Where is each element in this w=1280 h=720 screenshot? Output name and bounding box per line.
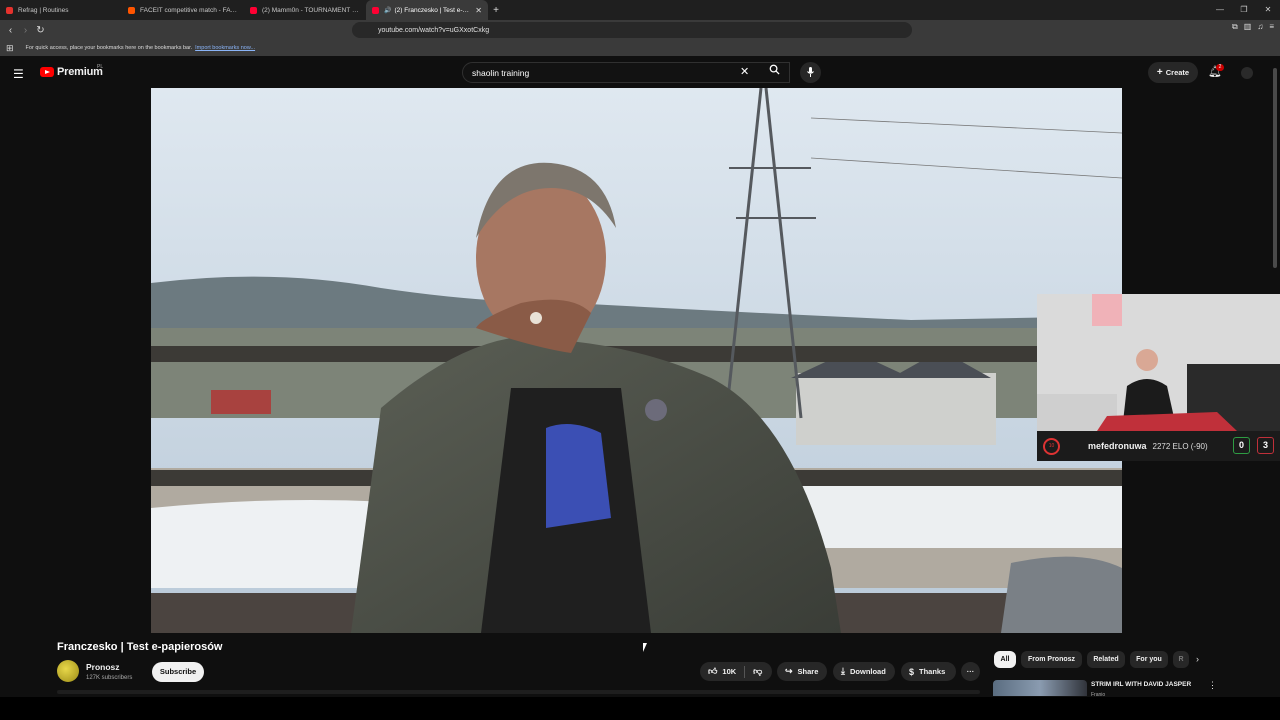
download-icon: ⤓ [841,666,845,676]
chip-for-you[interactable]: For you [1130,651,1168,668]
browser-tab[interactable]: FACEIT competitive match - FACEIT.com [122,0,244,20]
plus-icon[interactable]: + [488,5,504,16]
window-controls: — ❐ ✕ [1208,0,1280,20]
elo-value: 2272 ELO (-90) [1152,441,1208,451]
address-bar[interactable]: youtube.com/watch?v=uGXxotCxkg [352,22,912,38]
plus-icon: + [1156,67,1163,78]
notification-count-badge: 2 [1216,64,1224,71]
bottom-strip [0,697,1280,720]
create-button[interactable]: + Create [1148,62,1198,83]
browser-tab-strip: Refrag | Routines FACEIT competitive mat… [0,0,1280,20]
thanks-button[interactable]: $ Thanks [901,662,956,681]
youtube-play-icon [40,67,54,77]
maximize-icon[interactable]: ❐ [1232,0,1256,20]
extension-icons: ⧉ ▥ ♫ ≡ [1232,22,1274,32]
subscriber-count: 127K subscribers [86,675,133,681]
menu-icon[interactable]: ≡ [1269,22,1274,32]
video-title: Franczesko | Test e-papierosów [57,641,223,653]
share-label: Share [797,667,819,676]
channel-avatar[interactable] [57,660,79,682]
player-name: mefedronuwa [1088,441,1147,451]
microphone-icon[interactable] [800,62,821,83]
recommendation-thumbnail[interactable] [993,680,1087,696]
scrollbar-thumb[interactable] [1273,68,1277,268]
tab-title: (2) Mamm0n - TOURNAMENT CD | E... [262,6,360,14]
thanks-label: Thanks [919,667,946,676]
audio-playing-icon[interactable]: 🔊 [384,7,391,14]
refrag-favicon-icon [6,6,13,14]
like-count[interactable]: 10K [722,667,736,676]
download-label: Download [849,667,886,676]
apps-grid-icon[interactable]: ⊞ [6,43,14,54]
faceit-favicon-icon [128,6,135,14]
tab-title: (2) Franczesko | Test e-papier [394,6,471,14]
screen: Refrag | Routines FACEIT competitive mat… [0,0,1280,720]
description-box-edge [57,690,980,694]
thumbs-up-icon[interactable]: 👍︎ [708,666,717,677]
faceit-level-icon: 10 [1043,437,1060,455]
super-thanks-icon: $ [909,666,915,677]
minimize-icon[interactable]: — [1208,0,1232,20]
music-icon[interactable]: ♫ [1257,22,1263,32]
chip-from-pronosz[interactable]: From Pronosz [1021,651,1082,668]
streamer-webcam-overlay [1037,294,1280,431]
close-tab-icon[interactable]: ✕ [475,6,482,15]
reload-icon[interactable]: ↻ [33,25,48,36]
logo-text: Premium [57,66,103,78]
chip-all[interactable]: All [994,651,1016,668]
bookmarks-hint: For quick access, place your bookmarks h… [25,45,193,51]
share-button[interactable]: ↪ Share [777,662,827,681]
page-scrollbar[interactable] [1272,60,1278,697]
more-horizontal-icon[interactable]: ··· [961,662,980,681]
region-code: PL [97,64,104,70]
bookmarks-bar: ⊞ For quick access, place your bookmarks… [0,40,1280,56]
subscribe-button[interactable]: Subscribe [152,662,204,682]
close-window-icon[interactable]: ✕ [1256,0,1280,20]
browser-tab[interactable]: Refrag | Routines [0,0,122,20]
youtube-logo[interactable]: Premium PL [40,64,104,78]
sidebar-icon[interactable]: ▥ [1244,22,1252,32]
recommendation-title[interactable]: STRIM IRL WITH DAVID JASPER [1091,681,1191,688]
forward-arrow-icon[interactable]: › [18,25,33,36]
video-frame [151,88,1122,633]
hamburger-menu-icon[interactable]: ☰ [13,67,24,81]
vertical-dots-icon[interactable]: ⋮ [1208,680,1217,691]
search-query: shaolin training [472,67,530,78]
youtube-favicon-icon [372,6,379,14]
import-bookmarks-link[interactable]: Import bookmarks now... [195,45,255,51]
mouse-cursor-icon [643,643,647,652]
chip-related[interactable]: Related [1087,651,1125,668]
youtube-favicon-icon [250,6,257,14]
tab-title: Refrag | Routines [18,6,69,14]
puzzle-icon[interactable]: ⧉ [1232,22,1238,32]
webcam-frame [1037,294,1280,431]
search-icon[interactable] [762,62,786,83]
like-dislike-group: 👍︎ 10K 👎︎ [700,662,772,681]
download-button[interactable]: ⤓ Download [833,662,895,681]
chevron-right-icon[interactable]: › [1196,654,1199,664]
create-label: Create [1165,68,1190,77]
chip-partial[interactable]: R [1173,651,1189,668]
channel-name[interactable]: Pronosz [86,662,120,672]
back-arrow-icon[interactable]: ‹ [3,25,18,36]
clear-search-icon[interactable]: ✕ [740,65,749,78]
share-arrow-icon: ↪ [785,666,793,676]
video-player[interactable] [151,88,1122,633]
url-text: youtube.com/watch?v=uGXxotCxkg [378,26,490,34]
tab-title: FACEIT competitive match - FACEIT.com [140,6,238,14]
browser-tab-active[interactable]: 🔊 (2) Franczesko | Test e-papier ✕ [366,0,488,20]
divider [744,665,746,678]
account-avatar[interactable] [1241,67,1253,79]
thumbs-down-icon[interactable]: 👎︎ [753,666,762,677]
wins-count: 0 [1233,437,1250,454]
browser-tab[interactable]: (2) Mamm0n - TOURNAMENT CD | E... [244,0,366,20]
